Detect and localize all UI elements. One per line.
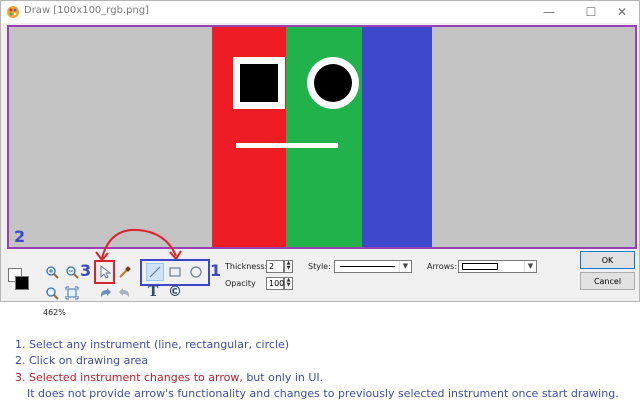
cursor-arrow-icon[interactable] [96,263,114,281]
close-button[interactable]: ✕ [607,1,637,23]
thickness-label: Thickness: [225,262,268,271]
note-step-3-detail: It does not provide arrow's functionalit… [27,387,619,400]
drawn-circle-fill [314,64,352,102]
screenshot-root: Draw [100x100_rgb.png] — ☐ ✕ 2 462% 3 1 … [0,0,640,402]
arrow-style-preview [462,263,498,270]
line-tool-icon[interactable] [146,263,164,281]
annotation-curved-arrow [95,228,182,262]
opacity-input[interactable]: 100 [266,277,284,290]
note-step-3: 3. Selected instrument changes to arrow,… [15,371,323,384]
arrows-label: Arrows: [427,262,458,271]
arrows-select[interactable]: ▼ [458,260,537,273]
thickness-value: 2 [269,262,275,271]
note-step-2: 2. Click on drawing area [15,354,149,367]
minimize-button[interactable]: — [534,1,564,23]
drawn-rectangle-shape [233,57,285,109]
callout-number-3: 3 [80,261,92,280]
image-blue-stripe [362,27,432,247]
zoom-out-icon[interactable] [63,263,81,281]
drawn-line-shape [236,143,338,148]
style-select[interactable]: ▼ [334,260,412,273]
zoom-actual-icon[interactable] [43,284,61,302]
callout-number-2: 2 [14,227,26,246]
color-swatch[interactable] [8,268,29,290]
text-tool-icon[interactable]: T [148,284,158,300]
title-bar: Draw [100x100_rgb.png] — ☐ ✕ [1,1,639,23]
copyright-tool-icon[interactable]: © [168,284,182,300]
zoom-level: 462% [43,308,66,317]
foreground-color[interactable] [15,276,29,290]
opacity-label: Opacity [225,279,256,288]
opacity-value: 100 [269,279,285,288]
drawn-rectangle-fill [240,64,278,102]
rectangle-tool-icon[interactable] [166,263,184,281]
thickness-stepper[interactable]: ▲ ▼ [284,260,293,273]
style-label: Style: [308,262,331,271]
style-solid-line-preview [340,266,395,267]
redo-icon[interactable] [116,284,134,302]
undo-icon[interactable] [96,284,114,302]
window-title: Draw [100x100_rgb.png] [24,5,150,16]
chevron-down-icon: ▼ [524,261,536,272]
zoom-fit-icon[interactable] [63,284,81,302]
cancel-button[interactable]: Cancel [580,272,635,290]
ok-button[interactable]: OK [580,251,635,269]
circle-tool-icon[interactable] [187,263,205,281]
thickness-input[interactable]: 2 [266,260,284,273]
paint-palette-icon [7,6,19,18]
callout-number-1: 1 [210,261,222,280]
eyedropper-icon[interactable] [116,263,134,281]
drawing-canvas[interactable]: 2 [7,25,637,249]
note-step-1: 1. Select any instrument (line, rectangu… [15,338,290,351]
note-step-3-red: 3. Selected instrument changes to arrow, [15,371,243,384]
drawn-circle-shape [307,57,359,109]
note-step-3-blue: but only in UI. [242,371,324,384]
zoom-in-icon[interactable] [43,263,61,281]
opacity-stepper[interactable]: ▲ ▼ [284,277,293,290]
chevron-down-icon: ▼ [399,261,411,272]
maximize-button[interactable]: ☐ [576,1,606,23]
